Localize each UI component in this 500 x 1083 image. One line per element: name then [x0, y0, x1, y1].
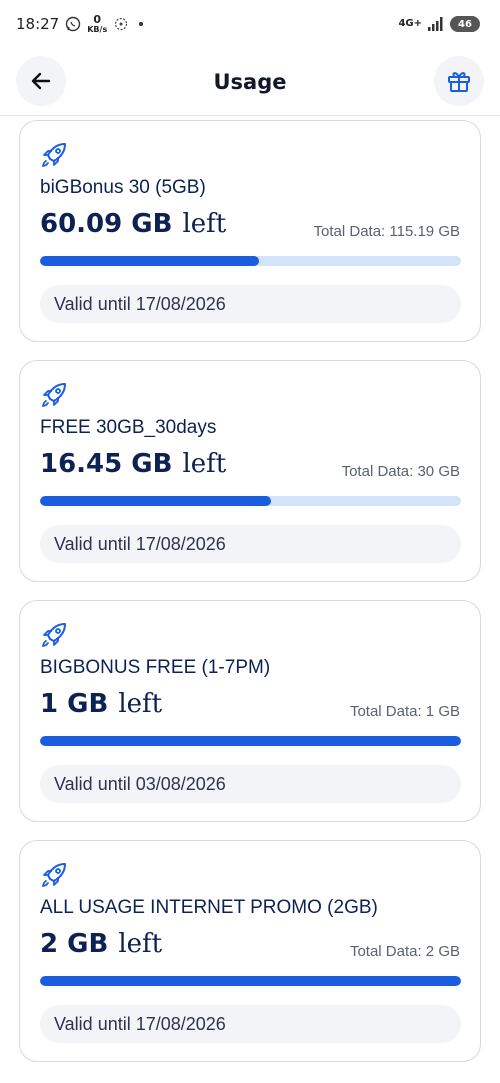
package-card[interactable]: FREE 30GB_30days 16.45 GB left Total Dat…	[19, 360, 481, 582]
status-left: 18:27 0 KB/s	[16, 14, 144, 34]
net-speed-value: 0	[93, 13, 102, 26]
net-speed: 0 KB/s	[87, 14, 107, 34]
status-right: 4G+ 46	[398, 16, 480, 32]
whatsapp-icon	[66, 16, 81, 32]
remaining-suffix: left	[182, 449, 227, 479]
battery-icon: 46	[450, 16, 480, 32]
rocket-icon	[42, 143, 66, 167]
total-data: Total Data: 115.19 GB	[313, 223, 460, 240]
usage-progress-fill	[40, 256, 259, 266]
status-time: 18:27	[16, 15, 60, 33]
app-header: Usage	[0, 48, 500, 116]
package-name: FREE 30GB_30days	[40, 417, 217, 438]
usage-progress-fill	[40, 976, 461, 986]
usage-progress-fill	[40, 496, 271, 506]
package-name: ALL USAGE INTERNET PROMO (2GB)	[40, 897, 378, 918]
rocket-icon	[42, 863, 66, 887]
usage-progress-bar	[40, 976, 461, 986]
gift-button[interactable]	[434, 56, 484, 106]
validity-date: Valid until 03/08/2026	[40, 765, 461, 803]
remaining-data: 60.09 GB left	[40, 209, 226, 239]
remaining-suffix: left	[118, 929, 163, 959]
back-button[interactable]	[16, 56, 66, 106]
remaining-data: 2 GB left	[40, 929, 162, 959]
usage-progress-fill	[40, 736, 461, 746]
validity-date: Valid until 17/08/2026	[40, 525, 461, 563]
gift-icon	[448, 72, 470, 92]
validity-date: Valid until 17/08/2026	[40, 285, 461, 323]
remaining-amount: 2 GB	[40, 929, 109, 959]
arrow-left-icon	[31, 72, 51, 90]
rocket-icon	[42, 623, 66, 647]
page-title: Usage	[213, 69, 287, 94]
signal-icon	[428, 17, 443, 31]
sync-icon	[115, 17, 128, 31]
remaining-amount: 60.09 GB	[40, 209, 173, 239]
total-data: Total Data: 2 GB	[349, 943, 460, 960]
remaining-suffix: left	[118, 689, 163, 719]
usage-progress-bar	[40, 736, 461, 746]
usage-progress-bar	[40, 256, 461, 266]
package-card[interactable]: ALL USAGE INTERNET PROMO (2GB) 2 GB left…	[19, 840, 481, 1062]
network-type: 4G+	[398, 18, 422, 29]
package-name: biGBonus 30 (5GB)	[40, 177, 206, 198]
status-bar: 18:27 0 KB/s 4G+ 46	[0, 0, 500, 48]
remaining-amount: 16.45 GB	[40, 449, 173, 479]
notification-dot-icon	[139, 22, 144, 26]
remaining-data: 16.45 GB left	[40, 449, 226, 479]
rocket-icon	[42, 383, 66, 407]
remaining-amount: 1 GB	[40, 689, 109, 719]
total-data: Total Data: 30 GB	[341, 463, 460, 480]
package-card[interactable]: biGBonus 30 (5GB) 60.09 GB left Total Da…	[19, 120, 481, 342]
package-card[interactable]: BIGBONUS FREE (1-7PM) 1 GB left Total Da…	[19, 600, 481, 822]
remaining-data: 1 GB left	[40, 689, 162, 719]
remaining-suffix: left	[182, 209, 227, 239]
validity-date: Valid until 17/08/2026	[40, 1005, 461, 1043]
net-speed-unit: KB/s	[87, 25, 108, 34]
usage-progress-bar	[40, 496, 461, 506]
package-name: BIGBONUS FREE (1-7PM)	[40, 657, 271, 678]
package-list: biGBonus 30 (5GB) 60.09 GB left Total Da…	[19, 120, 481, 1080]
total-data: Total Data: 1 GB	[349, 703, 460, 720]
